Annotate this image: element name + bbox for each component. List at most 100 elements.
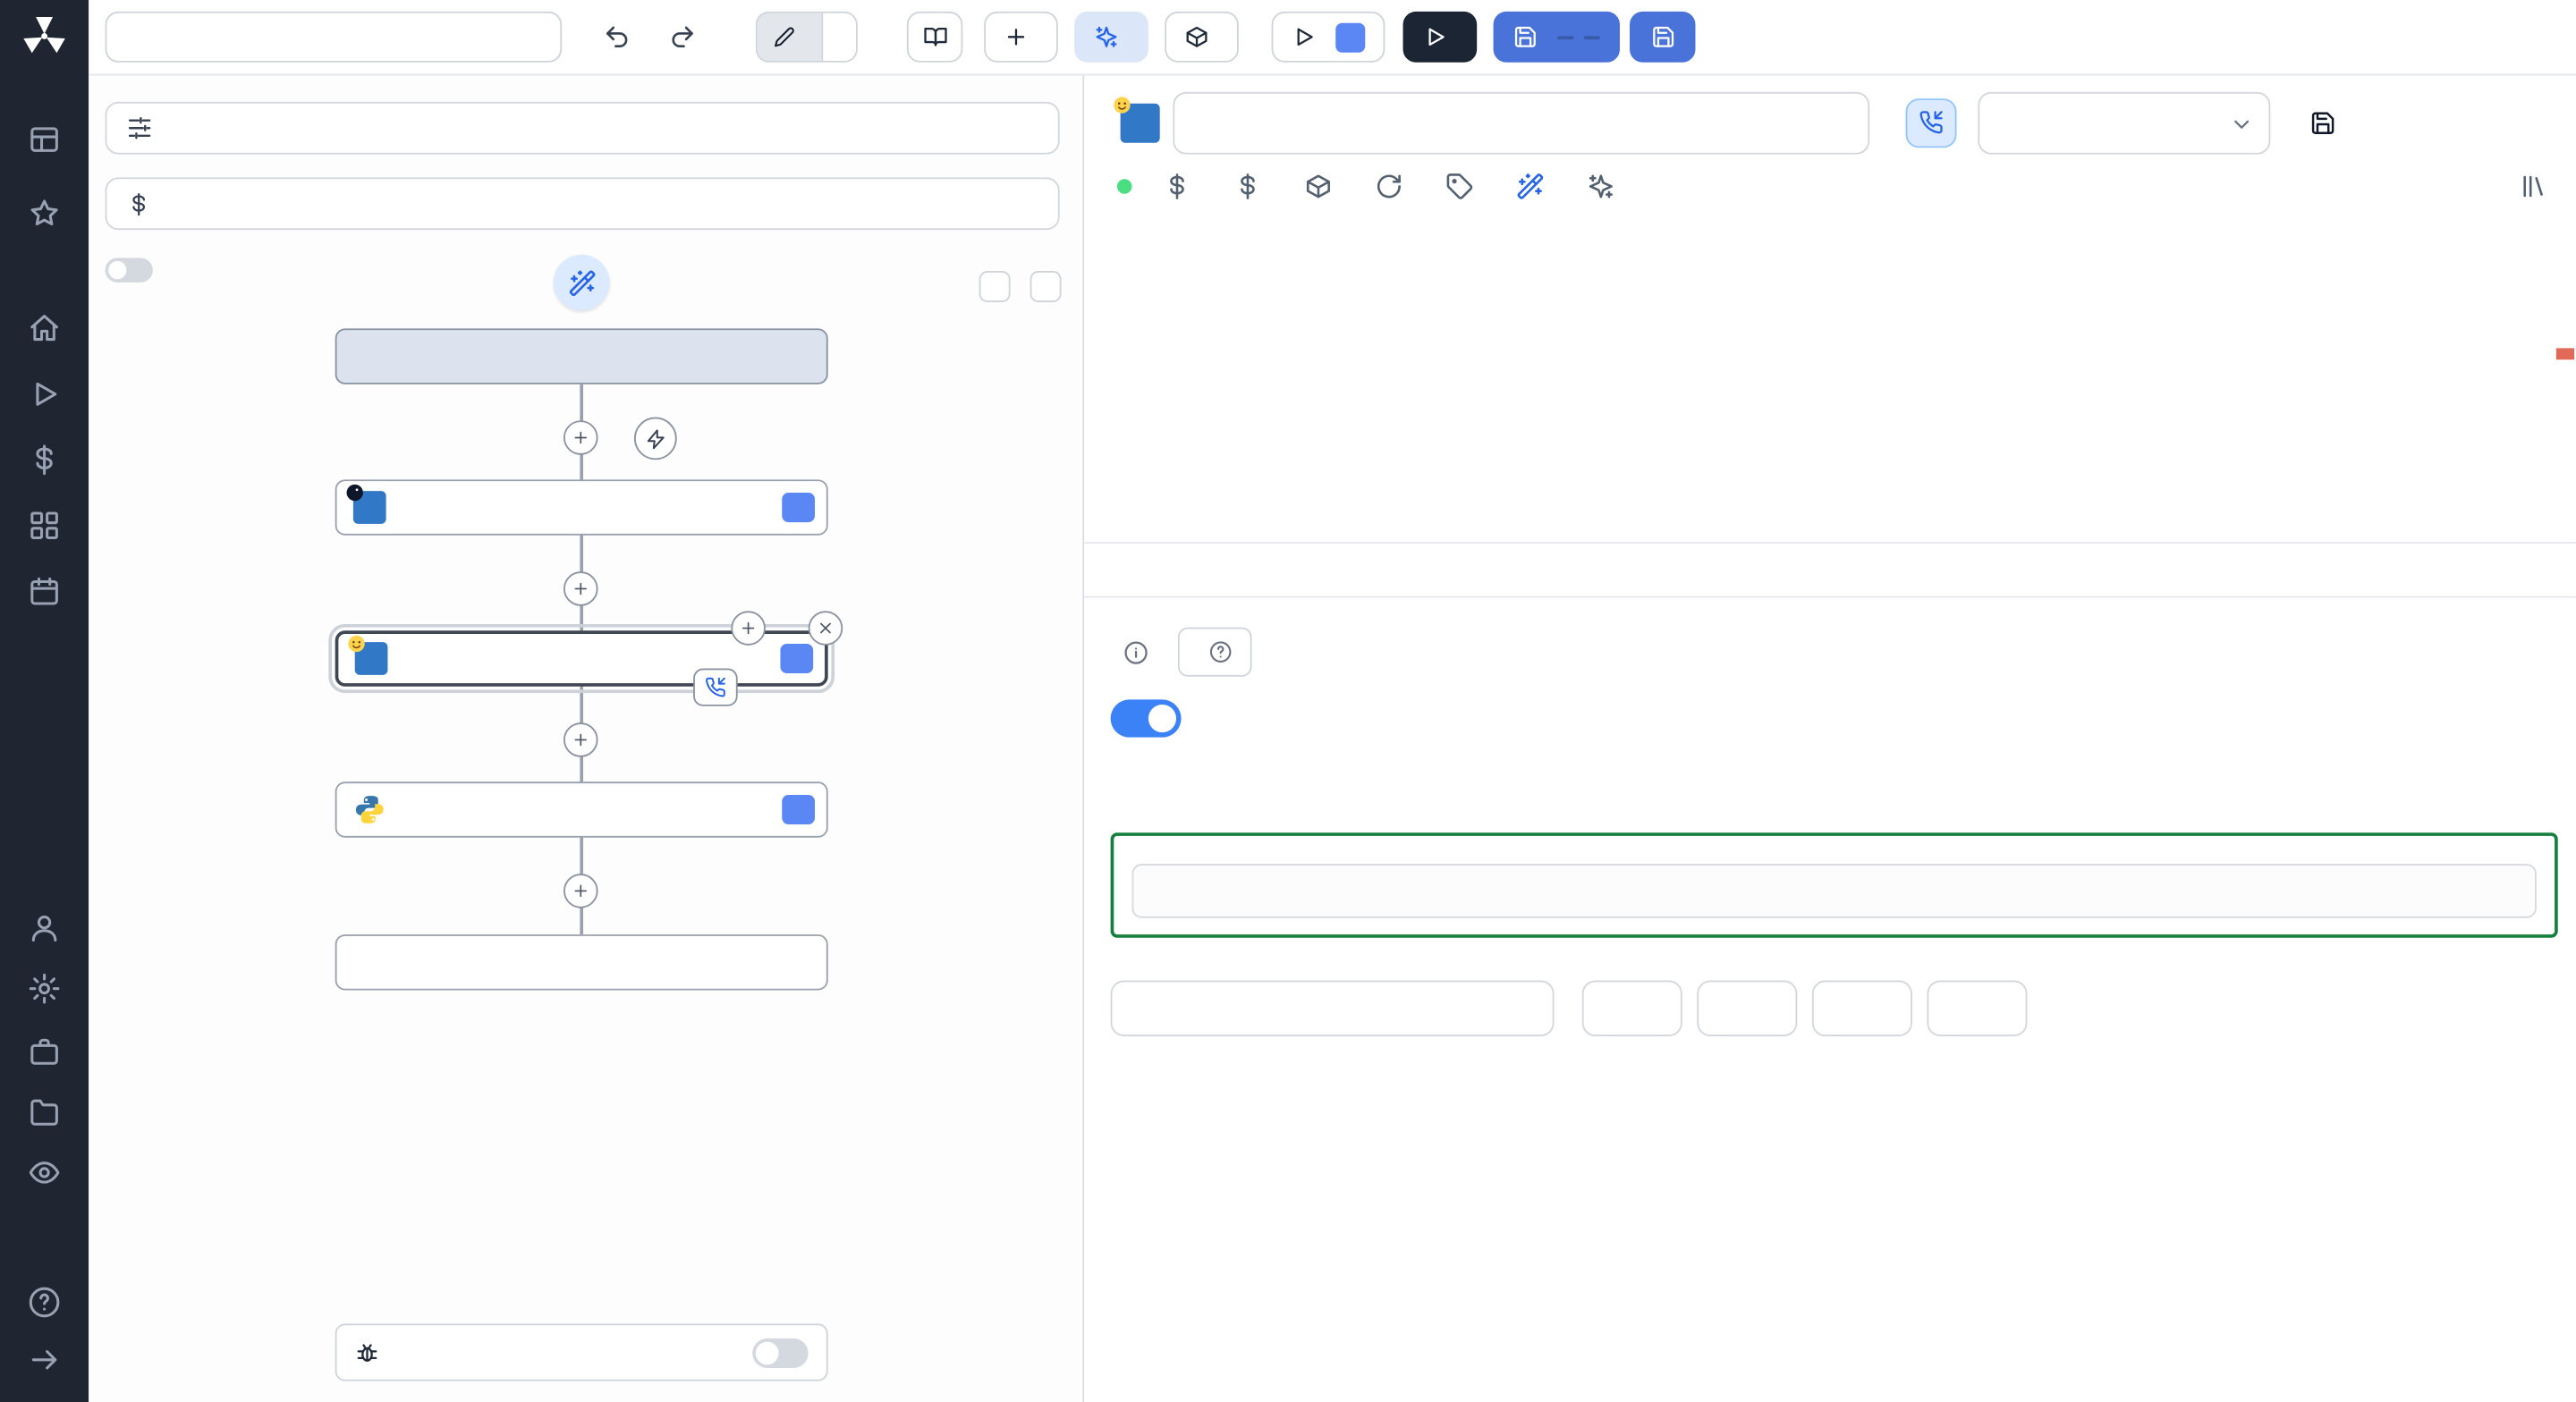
python-icon bbox=[353, 793, 386, 826]
step-id-badge bbox=[780, 643, 814, 674]
diff-button[interactable] bbox=[984, 11, 1058, 63]
favorites-star-icon[interactable] bbox=[28, 197, 61, 230]
flow-summary-input[interactable] bbox=[105, 11, 563, 63]
help-circle-icon bbox=[1209, 640, 1233, 663]
add-step-button-1[interactable] bbox=[563, 420, 598, 455]
suspend-toggle[interactable] bbox=[1110, 699, 1182, 738]
schedules-icon[interactable] bbox=[28, 575, 61, 608]
error-handler-row[interactable] bbox=[335, 1323, 828, 1381]
variables-icon[interactable] bbox=[28, 443, 61, 477]
library-panel-button[interactable] bbox=[2520, 172, 2547, 199]
hour-input[interactable] bbox=[1811, 980, 1912, 1036]
typescript-icon bbox=[353, 491, 386, 524]
dataflow-toggle[interactable] bbox=[105, 258, 153, 283]
typescript-icon bbox=[1121, 103, 1160, 142]
delete-step-button[interactable] bbox=[808, 611, 843, 646]
resources-icon[interactable] bbox=[28, 509, 61, 542]
min-input[interactable] bbox=[1697, 980, 1798, 1036]
save-to-workspace-button[interactable] bbox=[2300, 107, 2357, 137]
phone-incoming-icon bbox=[1919, 110, 1944, 135]
insert-branch-button[interactable] bbox=[731, 611, 766, 646]
settings-gear-icon[interactable] bbox=[28, 972, 61, 1005]
workspace-panel-icon[interactable] bbox=[28, 123, 61, 156]
package-tool-button[interactable] bbox=[1304, 172, 1332, 199]
close-icon bbox=[817, 619, 835, 637]
save-draft-button[interactable] bbox=[1493, 11, 1620, 63]
zoom-in-button[interactable] bbox=[979, 271, 1011, 302]
play-icon bbox=[1423, 25, 1448, 50]
folders-icon[interactable] bbox=[28, 1095, 61, 1128]
approval-prompt-helpers-button[interactable] bbox=[1177, 627, 1252, 677]
undo-button[interactable] bbox=[591, 14, 640, 60]
left-rail bbox=[0, 0, 89, 1402]
path-button[interactable] bbox=[755, 11, 858, 63]
plus-icon bbox=[572, 731, 589, 748]
save-icon bbox=[1513, 25, 1538, 50]
phone-incoming-icon bbox=[705, 677, 726, 698]
home-icon[interactable] bbox=[28, 312, 61, 345]
ai-flow-builder-button[interactable] bbox=[1074, 11, 1148, 63]
step-id-badge bbox=[782, 794, 816, 825]
help-icon[interactable] bbox=[28, 1286, 61, 1319]
line-number bbox=[1084, 222, 1157, 259]
resources-tool-button[interactable] bbox=[1233, 172, 1261, 199]
package-icon bbox=[1304, 172, 1332, 199]
step-name-input[interactable] bbox=[1173, 90, 1870, 154]
undo-icon bbox=[602, 23, 630, 51]
day-input[interactable] bbox=[1927, 980, 2028, 1036]
book-icon bbox=[922, 25, 947, 50]
flow-settings-button[interactable] bbox=[105, 101, 1060, 155]
redo-icon bbox=[668, 23, 696, 51]
redo-button[interactable] bbox=[657, 14, 707, 60]
docs-button[interactable] bbox=[906, 11, 963, 63]
sec-input[interactable] bbox=[1581, 980, 1682, 1036]
info-icon[interactable] bbox=[1123, 639, 1148, 664]
advanced-tabs bbox=[1084, 544, 2576, 598]
suspend-settings bbox=[1084, 627, 2576, 1036]
step-id-badge bbox=[782, 493, 816, 523]
trigger-step-button[interactable] bbox=[633, 417, 677, 460]
step-node-inline-python3[interactable] bbox=[335, 781, 828, 838]
audit-logs-icon[interactable] bbox=[28, 1156, 61, 1189]
collapse-sidebar-icon[interactable] bbox=[28, 1343, 61, 1376]
approvals-required-section bbox=[1110, 832, 2558, 938]
wand-icon bbox=[1516, 172, 1544, 199]
variables-tool-button[interactable] bbox=[1163, 172, 1191, 199]
windmill-flow-editor bbox=[0, 0, 2576, 1402]
suspend-sub-tabs bbox=[1111, 760, 2558, 806]
dataflow-row bbox=[105, 258, 166, 283]
typescript-icon bbox=[355, 642, 388, 675]
suspend-phone-badge[interactable] bbox=[693, 668, 738, 706]
suspend-indicator-button[interactable] bbox=[1905, 97, 1957, 148]
ai-step-wand-button[interactable] bbox=[553, 254, 610, 311]
export-button[interactable] bbox=[1165, 11, 1239, 63]
test-up-to-button[interactable] bbox=[1271, 11, 1385, 63]
add-step-button-3[interactable] bbox=[563, 722, 598, 757]
windmill-logo[interactable] bbox=[21, 13, 67, 59]
users-icon[interactable] bbox=[28, 911, 61, 944]
runs-icon[interactable] bbox=[28, 377, 61, 410]
code-editor[interactable] bbox=[1084, 216, 2576, 493]
approvals-required-input[interactable] bbox=[1131, 864, 2537, 918]
sparkles-icon bbox=[1587, 172, 1614, 199]
tag-tool-button[interactable] bbox=[1445, 172, 1473, 199]
workers-icon[interactable] bbox=[28, 1035, 61, 1068]
all-static-inputs-button[interactable] bbox=[105, 177, 1060, 231]
input-node[interactable] bbox=[335, 328, 828, 384]
workspace-script-select[interactable] bbox=[1978, 90, 2271, 154]
reload-tool-button[interactable] bbox=[1375, 172, 1402, 199]
line-number bbox=[1084, 373, 1157, 410]
timeout-seconds-input[interactable] bbox=[1110, 980, 1555, 1036]
ai-gen-button[interactable] bbox=[1587, 172, 1614, 199]
topbar bbox=[89, 0, 2576, 76]
bug-icon bbox=[355, 1340, 380, 1365]
deploy-button-partial[interactable] bbox=[1630, 11, 1696, 63]
add-step-button-2[interactable] bbox=[563, 571, 598, 606]
step-node-inline-deno[interactable] bbox=[335, 479, 828, 536]
test-flow-button[interactable] bbox=[1402, 11, 1478, 63]
ai-assistant-button[interactable] bbox=[1516, 172, 1544, 199]
result-node[interactable] bbox=[335, 934, 828, 991]
zoom-out-button[interactable] bbox=[1030, 271, 1062, 302]
error-handler-toggle[interactable] bbox=[752, 1337, 809, 1368]
add-step-button-4[interactable] bbox=[563, 874, 598, 908]
